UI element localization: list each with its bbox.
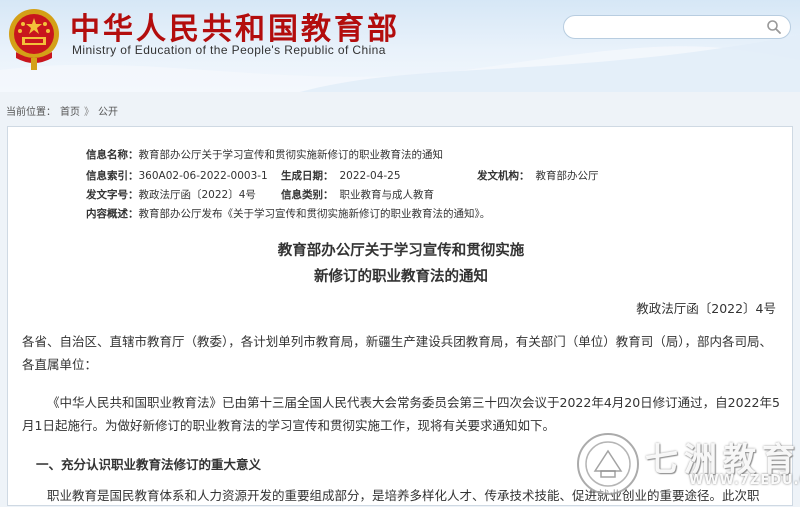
info-index-label: 信息索引：: [86, 170, 139, 182]
watermark-url: WWW.7ZEDU.COM: [689, 473, 800, 488]
info-row-category: 信息类别： 职业教育与成人教育: [281, 187, 434, 203]
info-row-date: 生成日期： 2022-04-25: [281, 168, 401, 184]
info-date-label: 生成日期：: [281, 170, 334, 182]
info-date-value: 2022-04-25: [339, 170, 401, 182]
seal-icon: [577, 433, 639, 495]
search-box[interactable]: [563, 15, 791, 39]
search-input[interactable]: [574, 19, 758, 37]
section-heading-1: 一、充分认识职业教育法修订的重大意义: [36, 457, 262, 472]
info-name-label: 信息名称：: [86, 149, 139, 161]
site-subtitle: Ministry of Education of the People's Re…: [72, 43, 386, 57]
info-summary-label: 内容概述：: [86, 208, 139, 220]
info-index-value: 360A02-06-2022-0003-1: [138, 170, 268, 182]
national-emblem-icon: [9, 9, 59, 70]
info-docno-value: 教政法厅函〔2022〕4号: [138, 189, 256, 201]
info-row-summary: 内容概述：教育部办公厅发布《关于学习宣传和贯彻实施新修订的职业教育法的通知》。: [86, 206, 490, 222]
breadcrumb: 当前位置： 首页》公开: [6, 103, 122, 118]
info-category-value: 职业教育与成人教育: [339, 189, 435, 201]
site-header: 中华人民共和国教育部 Ministry of Education of the …: [0, 0, 800, 92]
breadcrumb-prefix: 当前位置：: [6, 107, 56, 118]
breadcrumb-separator: 》: [84, 107, 94, 118]
info-name-value: 教育部办公厅关于学习宣传和贯彻实施新修订的职业教育法的通知: [138, 149, 444, 161]
info-row-docno: 发文字号：教政法厅函〔2022〕4号: [86, 187, 256, 203]
info-summary-value: 教育部办公厅发布《关于学习宣传和贯彻实施新修订的职业教育法的通知》。: [138, 208, 491, 220]
document-number: 教政法厅函〔2022〕4号: [636, 301, 776, 316]
info-org-value: 教育部办公厅: [535, 170, 599, 182]
info-row-index: 信息索引：360A02-06-2022-0003-1: [86, 168, 268, 184]
breadcrumb-home-link[interactable]: 首页: [60, 107, 80, 118]
watermark: 七洲教育 WWW.7ZEDU.COM: [555, 427, 800, 497]
document-title-line2: 新修订的职业教育法的通知: [314, 269, 488, 285]
info-org-label: 发文机构：: [477, 170, 530, 182]
info-docno-label: 发文字号：: [86, 189, 139, 201]
info-category-label: 信息类别：: [281, 189, 334, 201]
document-recipients: 各省、自治区、直辖市教育厅（教委），各计划单列市教育局，新疆生产建设兵团教育局，…: [22, 334, 773, 372]
info-row-org: 发文机构： 教育部办公厅: [477, 168, 599, 184]
site-title[interactable]: 中华人民共和国教育部: [70, 4, 400, 48]
document-title-line1: 教育部办公厅关于学习宣传和贯彻实施: [277, 243, 525, 259]
search-icon[interactable]: [766, 19, 782, 35]
info-row-name: 信息名称：教育部办公厅关于学习宣传和贯彻实施新修订的职业教育法的通知: [86, 147, 443, 163]
breadcrumb-current[interactable]: 公开: [98, 107, 118, 118]
